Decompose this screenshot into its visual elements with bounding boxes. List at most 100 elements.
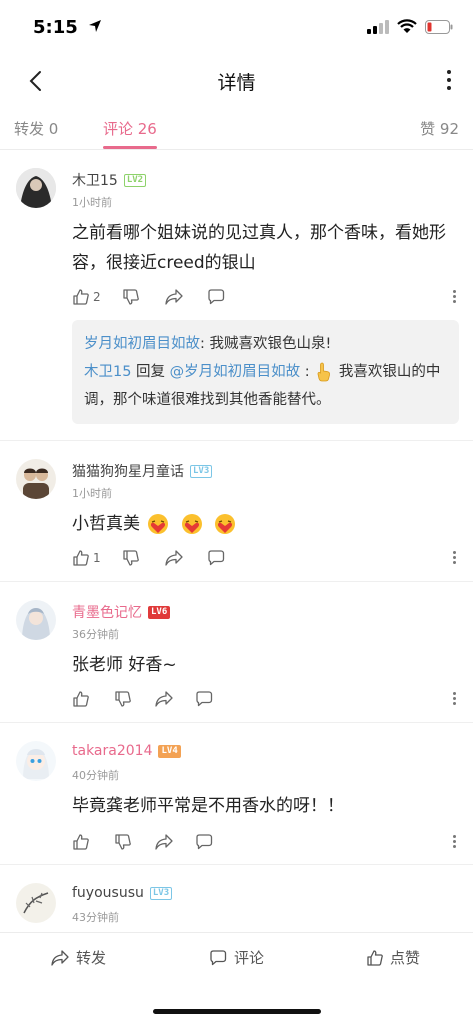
thumbs-down-icon [115, 834, 131, 850]
page-title: 详情 [217, 72, 256, 94]
comment-item: 青墨色记忆 LV6 36分钟前 张老师 好香~ [0, 582, 473, 723]
level-badge: LV4 [158, 744, 181, 758]
share-arrow-icon [155, 691, 173, 707]
thumbs-down-icon [123, 289, 139, 305]
location-arrow-icon [89, 20, 101, 32]
tab-like[interactable]: 赞 92 [420, 118, 459, 139]
battery-low-icon [425, 19, 453, 34]
reply-line: 木卫15 回复 @岁月如初眉目如故 : 我喜欢银山的中调，那个味道很难找到其他香… [84, 362, 441, 408]
thumbs-up-icon [73, 834, 89, 850]
comment-author[interactable]: takara2014 LV4 [72, 743, 181, 759]
home-indicator[interactable] [153, 1009, 321, 1014]
level-badge: LV6 [148, 605, 171, 619]
comment-time: 1小时前 [72, 196, 112, 209]
status-bar: 5:15 [0, 0, 473, 56]
level-badge: LV3 [190, 464, 213, 478]
status-time: 5:15 [33, 17, 78, 38]
more-options-button[interactable] [439, 66, 459, 94]
share-button[interactable] [154, 690, 174, 708]
thumbs-down-icon [115, 691, 131, 707]
bottom-action-bar: 转发 评论 点赞 [0, 932, 473, 980]
comment-item: fuyoususu LV3 43分钟前 [0, 865, 473, 932]
comment-button[interactable]: 评论 [208, 947, 264, 968]
dislike-button[interactable] [122, 288, 140, 306]
reply-author[interactable]: 岁月如初眉目如故 [84, 336, 200, 352]
share-arrow-icon [155, 834, 173, 850]
tab-repost[interactable]: 转发 0 [14, 118, 58, 139]
heart-hug-emoji-icon [181, 514, 202, 534]
reply-line: 岁月如初眉目如故: 我贼喜欢银色山泉! [84, 336, 332, 352]
share-arrow-icon [165, 289, 183, 305]
heart-hug-emoji-icon [215, 514, 236, 534]
comment-time: 43分钟前 [72, 911, 119, 924]
comment-author[interactable]: fuyoususu LV3 [72, 885, 173, 901]
comment-author[interactable]: 木卫15 LV2 [72, 170, 147, 190]
reply-thread: 岁月如初眉目如故: 我贼喜欢银色山泉! 木卫15 回复 @岁月如初眉目如故 : … [72, 320, 459, 424]
comment-text: 之前看哪个姐妹说的见过真人，那个香味，看她形容，很接近creed的银山 [72, 223, 446, 273]
dislike-button[interactable] [114, 690, 132, 708]
comment-text: 毕竟龚老师平常是不用香水的呀！！ [72, 796, 344, 816]
like-button[interactable]: 2 [72, 288, 101, 306]
comment-time: 40分钟前 [72, 769, 119, 782]
avatar[interactable] [16, 459, 56, 499]
avatar[interactable] [16, 600, 56, 640]
avatar[interactable] [16, 741, 56, 781]
comment-more-button[interactable] [453, 692, 456, 705]
thumbs-up-icon [73, 289, 89, 305]
speech-bubble-icon [208, 289, 225, 305]
level-badge: LV2 [123, 173, 147, 187]
reply-mention[interactable]: @岁月如初眉目如故 [170, 364, 301, 380]
reply-button[interactable] [206, 549, 226, 567]
comment-author[interactable]: 猫猫狗狗星月童话 LV3 [72, 461, 213, 481]
comment-time: 1小时前 [72, 487, 112, 500]
comment-author[interactable]: 青墨色记忆 LV6 [72, 602, 171, 622]
like-post-button[interactable]: 点赞 [366, 947, 420, 968]
thumbs-down-icon [123, 550, 139, 566]
dislike-button[interactable] [122, 549, 140, 567]
comment-item: 猫猫狗狗星月童话 LV3 1小时前 小哲真美 1 [0, 441, 473, 582]
heart-hug-emoji-icon [148, 514, 169, 534]
like-button[interactable] [72, 833, 90, 851]
thumbs-up-icon [73, 691, 89, 707]
level-badge: LV3 [149, 886, 173, 900]
speech-bubble-icon [208, 550, 225, 566]
thumbs-up-icon [73, 550, 89, 566]
reply-button[interactable] [206, 288, 226, 306]
signal-icon [367, 19, 389, 34]
active-tab-indicator [103, 146, 157, 149]
repost-button[interactable]: 转发 [50, 947, 106, 968]
share-button[interactable] [154, 833, 174, 851]
speech-bubble-icon [196, 691, 213, 707]
comment-more-button[interactable] [453, 835, 456, 848]
comment-actions [72, 833, 462, 855]
comment-item: takara2014 LV4 40分钟前 毕竟龚老师平常是不用香水的呀！！ [0, 723, 473, 865]
comment-actions: 2 [72, 288, 462, 310]
comment-time: 36分钟前 [72, 628, 119, 641]
nav-bar: 详情 [0, 56, 473, 104]
detail-tabs: 转发 0 评论 26 赞 92 [0, 108, 473, 150]
comment-actions: 1 [72, 549, 462, 571]
comment-more-button[interactable] [453, 551, 456, 564]
share-button[interactable] [164, 549, 184, 567]
comment-more-button[interactable] [453, 290, 456, 303]
speech-bubble-icon [210, 949, 227, 965]
share-arrow-icon [51, 949, 69, 966]
comment-actions [72, 690, 462, 712]
reply-author[interactable]: 木卫15 [84, 364, 131, 380]
wifi-icon [397, 19, 417, 33]
reply-button[interactable] [194, 833, 214, 851]
like-button[interactable]: 1 [72, 549, 101, 567]
hand-pointing-emoji-icon [317, 362, 331, 382]
avatar[interactable] [16, 168, 56, 208]
share-arrow-icon [165, 550, 183, 566]
dislike-button[interactable] [114, 833, 132, 851]
speech-bubble-icon [196, 834, 213, 850]
thumbs-up-icon [367, 949, 383, 966]
comment-text: 小哲真美 [72, 509, 462, 539]
reply-button[interactable] [194, 690, 214, 708]
tab-comment[interactable]: 评论 26 [103, 118, 157, 139]
avatar[interactable] [16, 883, 56, 923]
comment-text: 张老师 好香~ [72, 655, 177, 675]
share-button[interactable] [164, 288, 184, 306]
like-button[interactable] [72, 690, 90, 708]
